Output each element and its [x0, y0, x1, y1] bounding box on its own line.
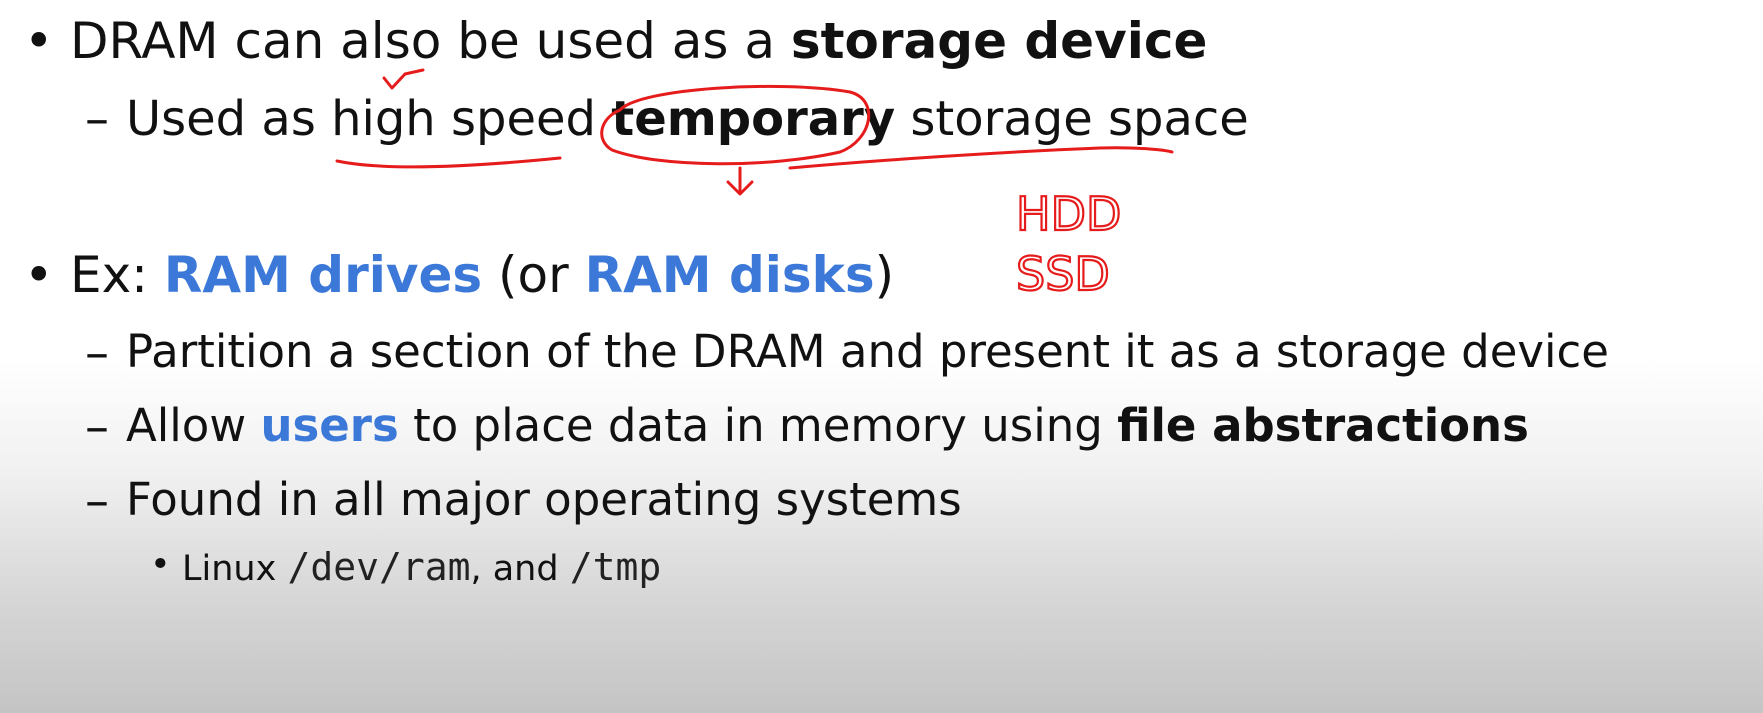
handwritten-hdd: HDD: [1016, 187, 1121, 241]
text-run: Ex:: [70, 246, 164, 304]
underline-high-speed: [335, 156, 562, 169]
blue-run: users: [260, 399, 399, 452]
blue-run: RAM drives: [163, 246, 483, 304]
bullet-marker: •: [24, 246, 54, 304]
underline-storage-space: [788, 146, 1174, 170]
text-run: ): [874, 246, 895, 304]
line-7-text: Linux /dev/ram, and /tmp: [182, 545, 661, 589]
text-run: Found in all major operating systems: [126, 473, 962, 526]
dash-marker: –: [85, 399, 109, 455]
bullet-marker: •: [150, 545, 171, 585]
bullet-marker: •: [24, 12, 54, 70]
text-run: storage space: [895, 91, 1249, 147]
bold-run: storage device: [790, 12, 1208, 70]
handwritten-ssd: SSD: [1016, 247, 1110, 301]
bold-run: file abstractions: [1117, 399, 1529, 452]
mono-run: /tmp: [569, 545, 662, 589]
line-1-text: DRAM can also be used as a storage devic…: [70, 12, 1207, 70]
arrow-down: [726, 166, 754, 196]
line-4-text: Partition a section of the DRAM and pres…: [126, 325, 1609, 378]
line-6-text: Found in all major operating systems: [126, 473, 962, 526]
blue-run: RAM disks: [584, 246, 875, 304]
line-5-text: Allow users to place data in memory usin…: [126, 399, 1529, 452]
slide: { "slide": { "items": [ { "marker": "•",…: [0, 0, 1763, 713]
text-run: Used as high speed: [126, 91, 612, 147]
line-3-text: Ex: RAM drives (or RAM disks): [70, 246, 894, 304]
text-run: DRAM can also be used as a: [70, 12, 791, 70]
bold-run: temporary: [611, 91, 896, 147]
text-run: Allow: [126, 399, 261, 452]
dash-marker: –: [85, 91, 109, 147]
dash-marker: –: [85, 325, 109, 381]
text-run: Linux: [182, 549, 288, 589]
text-run: (or: [482, 246, 585, 304]
text-run: to place data in memory using: [398, 399, 1118, 452]
mono-run: /dev/ram: [287, 545, 471, 589]
line-2-text: Used as high speed temporary storage spa…: [126, 91, 1249, 147]
check-mark: [382, 68, 425, 90]
text-run: , and: [470, 549, 570, 589]
text-run: Partition a section of the DRAM and pres…: [126, 325, 1609, 378]
dash-marker: –: [85, 473, 109, 529]
